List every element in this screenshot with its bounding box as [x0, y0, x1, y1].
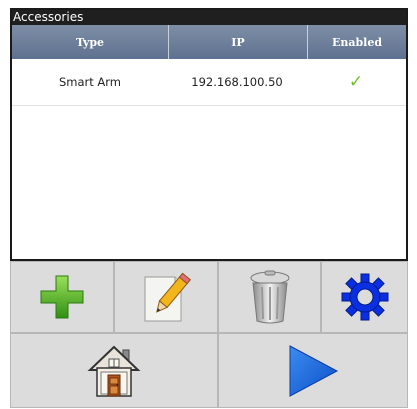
check-icon: ✓ [348, 72, 364, 92]
column-header-enabled[interactable]: Enabled [308, 25, 406, 59]
settings-gear-icon [341, 273, 388, 321]
delete-button[interactable] [218, 261, 321, 333]
edit-button[interactable] [114, 261, 218, 333]
action-toolbar [10, 261, 408, 408]
accessories-table: Type IP Enabled Smart Arm 192.168.100.50… [12, 25, 406, 106]
add-icon [40, 275, 84, 319]
cell-enabled: ✓ [306, 59, 406, 105]
edit-pencil-icon [144, 272, 191, 322]
table-row[interactable]: Smart Arm 192.168.100.50 ✓ [12, 59, 406, 106]
table-header: Type IP Enabled [12, 25, 406, 59]
settings-button[interactable] [321, 261, 408, 333]
column-header-type[interactable]: Type [12, 25, 169, 59]
home-button[interactable] [10, 333, 218, 408]
trash-icon [250, 270, 289, 324]
panel-title: Accessories [12, 10, 406, 25]
play-button[interactable] [218, 333, 408, 408]
accessories-panel: Accessories Type IP Enabled Smart Arm 19… [10, 8, 408, 261]
cell-ip: 192.168.100.50 [191, 75, 283, 89]
column-header-ip[interactable]: IP [169, 25, 308, 59]
cell-type: Smart Arm [58, 75, 122, 89]
accessories-screen: Accessories Type IP Enabled Smart Arm 19… [0, 0, 417, 409]
add-button[interactable] [10, 261, 114, 333]
home-icon [87, 345, 141, 397]
play-arrow-icon [289, 344, 339, 397]
